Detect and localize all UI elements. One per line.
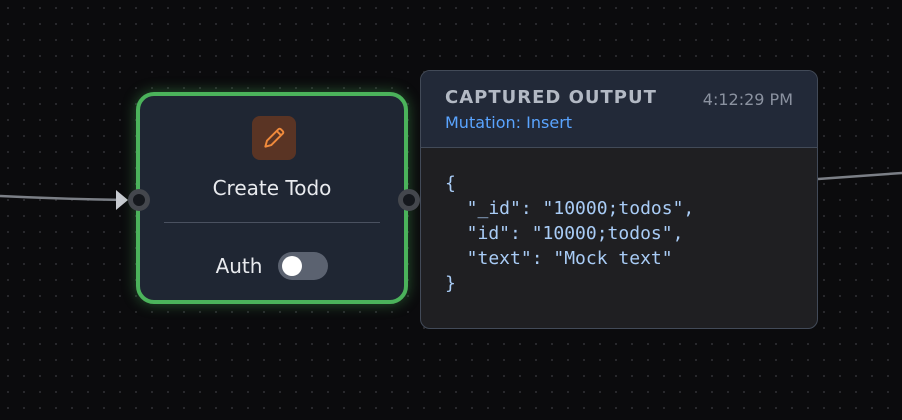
code-line: "id": "10000;todos", — [445, 223, 684, 244]
node-title: Create Todo — [212, 176, 332, 200]
panel-header: CAPTURED OUTPUT 4:12:29 PM Mutation: Ins… — [421, 71, 817, 148]
output-handle[interactable] — [398, 189, 420, 211]
incoming-edge — [0, 194, 127, 202]
node-icon-badge — [252, 116, 296, 160]
panel-title: CAPTURED OUTPUT — [445, 87, 657, 108]
auth-row: Auth — [140, 252, 404, 280]
auth-label: Auth — [215, 254, 263, 278]
toggle-knob — [282, 256, 303, 276]
code-line: { — [445, 173, 456, 194]
mutation-type-label: Mutation: Insert — [445, 113, 573, 132]
captured-output-panel: CAPTURED OUTPUT 4:12:29 PM Mutation: Ins… — [420, 70, 818, 329]
auth-toggle[interactable] — [278, 252, 329, 280]
code-line: "text": "Mock text" — [445, 248, 673, 269]
node-divider — [164, 222, 380, 223]
output-json: { "_id": "10000;todos", "id": "10000;tod… — [445, 171, 694, 296]
create-todo-node[interactable]: Create Todo Auth — [136, 92, 408, 304]
incoming-edge-arrow — [116, 190, 128, 210]
pencil-icon — [264, 127, 285, 148]
code-line: "_id": "10000;todos", — [445, 198, 695, 219]
input-handle[interactable] — [128, 189, 150, 211]
panel-timestamp: 4:12:29 PM — [702, 90, 793, 109]
code-line: } — [445, 273, 456, 294]
outgoing-edge — [817, 171, 902, 181]
